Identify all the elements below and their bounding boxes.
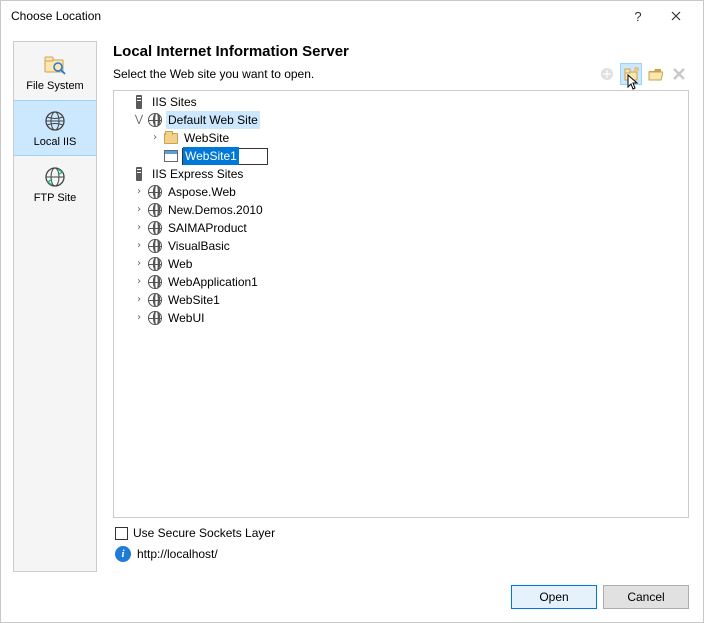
expand-toggle[interactable]: › (148, 131, 162, 145)
globe-icon (147, 184, 163, 200)
content-panel: Local Internet Information Server Select… (97, 41, 691, 572)
tree-node-express-site[interactable]: ›VisualBasic (132, 237, 688, 255)
sidebar-item-label: FTP Site (34, 192, 77, 204)
close-icon (671, 11, 681, 21)
globe-icon (147, 256, 163, 272)
delete-icon (672, 67, 686, 81)
globe-icon (147, 202, 163, 218)
server-icon (131, 166, 147, 182)
globe-icon (147, 274, 163, 290)
delete-button (669, 64, 689, 84)
tree-node-editing[interactable]: WebSite1 (148, 147, 688, 165)
cancel-button[interactable]: Cancel (603, 585, 689, 609)
sidebar-item-label: Local IIS (34, 136, 77, 148)
folder-open-icon (647, 66, 663, 82)
server-icon (131, 94, 147, 110)
location-sidebar: File System Local IIS FTP Site (13, 41, 97, 572)
close-button[interactable] (657, 2, 695, 30)
url-text: http://localhost/ (137, 547, 218, 561)
sidebar-item-label: File System (26, 80, 83, 92)
globe-icon (147, 292, 163, 308)
tree-node-iis-sites[interactable]: IIS Sites (116, 93, 688, 111)
content-toolbar (597, 64, 689, 84)
globe-icon (147, 238, 163, 254)
below-tree: Use Secure Sockets Layer i http://localh… (113, 518, 689, 572)
globe-icon (147, 220, 163, 236)
tree-node-default-website[interactable]: ⋁ Default Web Site (132, 111, 688, 129)
window-title: Choose Location (11, 9, 619, 23)
rename-editbox[interactable]: WebSite1 (182, 148, 268, 165)
expand-toggle[interactable]: › (132, 185, 146, 199)
tree-node-website[interactable]: › WebSite (148, 129, 688, 147)
tree-node-express-site[interactable]: ›WebUI (132, 309, 688, 327)
dialog-footer: Open Cancel (1, 572, 703, 622)
ftp-globe-icon (43, 165, 67, 189)
ssl-checkbox-row[interactable]: Use Secure Sockets Layer (115, 526, 689, 540)
sidebar-item-ftp[interactable]: FTP Site (14, 156, 96, 212)
main-area: File System Local IIS FTP Site Local Int… (1, 31, 703, 572)
info-icon: i (115, 546, 131, 562)
new-vdir-icon (623, 66, 639, 82)
sidebar-item-local-iis[interactable]: Local IIS (14, 100, 96, 156)
folder-search-icon (43, 53, 67, 77)
tree-node-express-site[interactable]: ›WebApplication1 (132, 273, 688, 291)
expand-toggle[interactable]: › (132, 311, 146, 325)
expand-toggle[interactable]: › (132, 257, 146, 271)
ssl-checkbox[interactable] (115, 527, 128, 540)
expand-toggle[interactable]: › (132, 203, 146, 217)
tree-node-express-site[interactable]: ›Web (132, 255, 688, 273)
collapse-toggle[interactable]: ⋁ (132, 113, 146, 127)
title-bar: Choose Location ? (1, 1, 703, 31)
ssl-label: Use Secure Sockets Layer (133, 526, 275, 540)
app-icon (163, 148, 179, 164)
page-subtitle: Select the Web site you want to open. (113, 67, 597, 81)
expand-toggle[interactable]: › (132, 293, 146, 307)
tree-node-express-site[interactable]: ›Aspose.Web (132, 183, 688, 201)
page-heading: Local Internet Information Server (113, 43, 689, 60)
create-app-button (597, 64, 617, 84)
help-button[interactable]: ? (619, 2, 657, 30)
expand-toggle[interactable]: › (132, 221, 146, 235)
tree-node-express-site[interactable]: ›New.Demos.2010 (132, 201, 688, 219)
open-folder-button[interactable] (645, 64, 665, 84)
create-vdir-button[interactable] (621, 64, 641, 84)
folder-icon (163, 130, 179, 146)
tree-node-iis-express[interactable]: IIS Express Sites (116, 165, 688, 183)
expand-toggle[interactable]: › (132, 239, 146, 253)
sidebar-item-filesystem[interactable]: File System (14, 44, 96, 100)
tree-node-express-site[interactable]: ›SAIMAProduct (132, 219, 688, 237)
globe-icon (147, 112, 163, 128)
expand-toggle[interactable]: › (132, 275, 146, 289)
url-row: i http://localhost/ (115, 546, 689, 562)
globe-icon (43, 109, 67, 133)
open-button[interactable]: Open (511, 585, 597, 609)
globe-icon (147, 310, 163, 326)
site-tree[interactable]: IIS Sites ⋁ Default Web Site (113, 90, 689, 518)
tree-node-express-site[interactable]: ›WebSite1 (132, 291, 688, 309)
new-app-icon (599, 66, 615, 82)
